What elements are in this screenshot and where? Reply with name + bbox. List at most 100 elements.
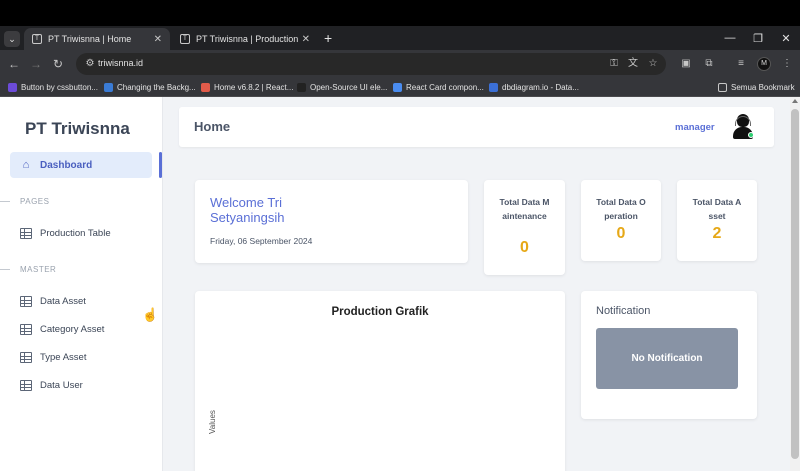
scrollbar-thumb[interactable] xyxy=(791,109,799,459)
section-label-pages: PAGES xyxy=(20,197,50,206)
stat-label: Total Data Operation xyxy=(596,197,646,221)
sidebar-item-dashboard[interactable]: ⌂ Dashboard xyxy=(10,152,152,178)
notification-empty: No Notification xyxy=(596,328,738,389)
bookmark-item[interactable]: dbdiagram.io - Data... xyxy=(489,81,579,94)
user-role-link[interactable]: manager xyxy=(675,122,715,133)
scroll-up-icon[interactable] xyxy=(792,99,798,103)
section-label-master: MASTER xyxy=(20,265,57,274)
stat-label: Total Data Asset xyxy=(692,197,742,221)
bookmark-favicon-icon xyxy=(393,83,402,92)
media-icon[interactable]: ≡ xyxy=(734,57,748,71)
sidebar-item-label: Category Asset xyxy=(40,323,105,335)
sidebar-item-production-table[interactable]: Production Table xyxy=(20,226,111,240)
table-icon xyxy=(20,379,32,391)
sidebar-item-type-asset[interactable]: Type Asset xyxy=(20,350,86,364)
stat-value: 0 xyxy=(616,225,626,242)
bookmark-favicon-icon xyxy=(201,83,210,92)
minimize-icon[interactable]: — xyxy=(716,26,744,50)
headset-icon xyxy=(735,116,751,126)
sidebar: PT Triwisnna ⌂ Dashboard PAGES Productio… xyxy=(0,97,163,471)
window-close-icon[interactable]: ✕ xyxy=(772,26,800,50)
address-bar[interactable]: ⚙ triwisnna.id ⚿ 文 ☆ xyxy=(76,53,666,75)
site-favicon-icon: T xyxy=(32,34,42,44)
page-header: Home manager xyxy=(179,107,774,147)
user-avatar[interactable] xyxy=(732,114,754,140)
browser-tab-bar: ⌄ T PT Triwisnna | Home ✕ T PT Triwisnna… xyxy=(0,26,800,50)
section-divider xyxy=(0,269,10,270)
tab-title: PT Triwisnna | Home xyxy=(48,34,132,44)
close-icon[interactable]: ✕ xyxy=(154,34,162,45)
new-tab-button[interactable]: + xyxy=(324,31,332,45)
stat-card-operation[interactable]: Total Data Operation 0 xyxy=(581,180,661,261)
sidebar-item-label: Data User xyxy=(40,379,83,391)
bookmark-item[interactable]: Button by cssbutton... xyxy=(8,81,98,94)
bookmark-favicon-icon xyxy=(104,83,113,92)
tab-title: PT Triwisnna | Production Table xyxy=(196,34,298,44)
stat-card-maintenance[interactable]: Total Data Maintenance 0 xyxy=(484,180,565,275)
production-chart-card: Production Grafik Values xyxy=(195,291,565,471)
sidebar-item-label: Type Asset xyxy=(40,351,87,363)
page-viewport: PT Triwisnna ⌂ Dashboard PAGES Productio… xyxy=(0,97,800,471)
bookmark-favicon-icon xyxy=(297,83,306,92)
forward-icon[interactable]: → xyxy=(29,57,43,71)
extension-icon[interactable]: ▣ xyxy=(679,57,693,71)
page-scrollbar[interactable] xyxy=(790,97,800,471)
notification-card: Notification No Notification xyxy=(581,291,757,419)
sidebar-item-label: Production Table xyxy=(40,227,111,239)
stat-card-asset[interactable]: Total Data Asset 2 xyxy=(677,180,757,261)
tab-production-table[interactable]: T PT Triwisnna | Production Table ✕ xyxy=(172,28,318,50)
bookmark-item[interactable]: React Card compon... xyxy=(393,81,484,94)
stat-label: Total Data Maintenance xyxy=(499,197,550,221)
puzzle-icon[interactable]: ⧉ xyxy=(702,57,716,71)
close-icon[interactable]: ✕ xyxy=(302,34,310,45)
welcome-date: Friday, 06 September 2024 xyxy=(210,236,313,246)
bookmark-star-icon[interactable]: ☆ xyxy=(647,58,659,70)
hand-cursor-icon: ☝ xyxy=(142,307,159,322)
all-bookmarks-button[interactable]: Semua Bookmark xyxy=(718,81,795,94)
tab-search-button[interactable]: ⌄ xyxy=(4,31,20,47)
sidebar-item-data-user[interactable]: Data User xyxy=(20,378,83,392)
sidebar-item-label: Dashboard xyxy=(40,159,93,171)
window-controls: — ❐ ✕ xyxy=(716,26,800,50)
bookmark-favicon-icon xyxy=(8,83,17,92)
bookmark-item[interactable]: Changing the Backg... xyxy=(104,81,196,94)
bookmark-item[interactable]: Home v6.8.2 | React... xyxy=(201,81,293,94)
browser-toolbar: ← → ↻ ⚙ triwisnna.id ⚿ 文 ☆ ▣ ⧉ ≡ M ⋮ xyxy=(0,50,800,78)
site-favicon-icon: T xyxy=(180,34,190,44)
active-indicator xyxy=(159,152,162,178)
back-icon[interactable]: ← xyxy=(7,57,21,71)
screen-top-strip xyxy=(0,0,800,26)
url-text: triwisnna.id xyxy=(98,58,144,68)
online-status-icon xyxy=(748,132,754,138)
table-icon xyxy=(20,295,32,307)
page-title: Home xyxy=(194,119,231,134)
section-divider xyxy=(0,201,10,202)
sidebar-item-label: Data Asset xyxy=(40,295,86,307)
welcome-title: Welcome Tri Setyaningsih xyxy=(210,195,285,225)
bookmark-favicon-icon xyxy=(489,83,498,92)
table-icon xyxy=(20,351,32,363)
reload-icon[interactable]: ↻ xyxy=(51,57,65,71)
site-info-icon[interactable]: ⚙ xyxy=(84,58,96,70)
more-menu-icon[interactable]: ⋮ xyxy=(780,57,794,71)
chart-ylabel: Values xyxy=(208,410,217,434)
stat-value: 0 xyxy=(520,239,529,256)
folder-icon xyxy=(718,83,727,92)
password-key-icon[interactable]: ⚿ xyxy=(608,58,620,70)
table-icon xyxy=(20,323,32,335)
production-chart: Values xyxy=(208,410,217,434)
sidebar-item-category-asset[interactable]: Category Asset xyxy=(20,322,104,336)
stat-value: 2 xyxy=(712,225,722,242)
restore-icon[interactable]: ❐ xyxy=(744,26,772,50)
profile-avatar[interactable]: M xyxy=(757,57,771,71)
table-icon xyxy=(20,227,32,239)
bookmark-item[interactable]: Open-Source UI ele... xyxy=(297,81,387,94)
notification-title: Notification xyxy=(596,305,651,317)
translate-icon[interactable]: 文 xyxy=(627,58,639,70)
home-icon: ⌂ xyxy=(22,159,30,171)
bookmarks-bar: Button by cssbutton... Changing the Back… xyxy=(0,78,800,97)
welcome-card: Welcome Tri Setyaningsih Friday, 06 Sept… xyxy=(195,180,468,263)
brand-title[interactable]: PT Triwisnna xyxy=(25,119,130,139)
tab-home[interactable]: T PT Triwisnna | Home ✕ xyxy=(24,28,170,50)
sidebar-item-data-asset[interactable]: Data Asset xyxy=(20,294,86,308)
